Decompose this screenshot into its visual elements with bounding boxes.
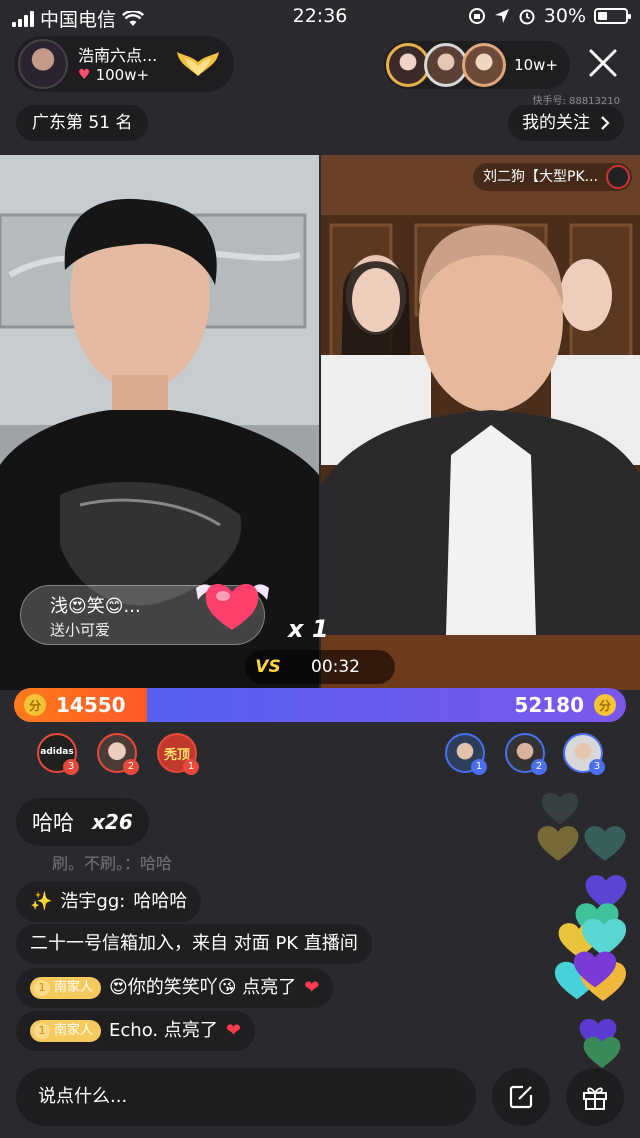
fan-level: 1 <box>34 1023 50 1039</box>
contributor-avatar[interactable]: 2 <box>97 733 139 775</box>
contributor-rank: 2 <box>123 759 139 775</box>
opponent-avatar[interactable] <box>606 165 630 189</box>
my-follows-button[interactable]: 我的关注 <box>508 105 624 141</box>
gift-box-icon <box>583 1087 607 1110</box>
floating-heart-icon <box>583 1036 621 1068</box>
contributor-name: adidas <box>40 747 74 757</box>
floating-heart-icon <box>537 826 579 861</box>
location-icon <box>494 9 509 23</box>
host-likes-count: 100w+ <box>95 66 150 84</box>
chat-message[interactable]: 二十一号信箱加入，来自 对面 PK 直播间 <box>16 924 372 964</box>
chat-message[interactable]: 1 南家人 Echo. 点亮了 ❤ <box>16 1011 255 1051</box>
battery-icon <box>594 8 631 24</box>
coin-icon: 分 <box>594 694 616 716</box>
chat-text: Echo. 点亮了 <box>109 1020 218 1041</box>
close-icon[interactable] <box>588 48 618 78</box>
faded-chat-line: 刷。不刷。：哈哈 <box>52 854 173 873</box>
contributor-rank: 1 <box>471 759 487 775</box>
host-likes: ♥ 100w+ <box>78 66 149 84</box>
gift-sender-name: 浅😍笑😊... <box>50 596 141 617</box>
pk-timer: VS 00:32 <box>245 650 395 684</box>
floating-heart-icon <box>541 792 579 824</box>
heart-icon: ♥ <box>78 67 91 83</box>
fan-badge-name: 南家人 <box>54 1023 94 1038</box>
my-follows-label: 我的关注 <box>522 113 590 133</box>
contributor-avatar[interactable]: 2 <box>505 733 547 775</box>
combo-count: x26 <box>92 810 133 834</box>
fan-badge-name: 南家人 <box>54 980 94 995</box>
pk-right-score: 52180 分 <box>514 693 616 717</box>
chat-text: 二十一号信箱加入，来自 对面 PK 直播间 <box>30 933 358 954</box>
gift-multiplier: x 1 <box>288 615 329 643</box>
sparkle-icon: ✨ <box>30 891 53 912</box>
chat-message[interactable]: ✨ 浩宇gg: 哈哈哈 <box>16 882 202 922</box>
share-button[interactable] <box>492 1068 550 1126</box>
contributor-rank: 3 <box>63 759 79 775</box>
vs-badge: VS <box>255 657 281 677</box>
contributor-avatar[interactable]: 秃顶 1 <box>157 733 199 775</box>
chat-text: 😍你的笑笑吖😘 点亮了 <box>109 977 297 998</box>
chat-user: 浩宇gg: <box>60 891 126 912</box>
rotation-lock-icon <box>468 8 485 24</box>
battery-percent: 30% <box>543 5 586 27</box>
status-bar: 中国电信 22:36 30% <box>0 0 640 34</box>
top-viewers[interactable]: 10w+ <box>384 41 570 89</box>
pk-left-score: 分 14550 <box>24 693 126 717</box>
coin-icon: 分 <box>24 694 46 716</box>
opponent-video-scene <box>321 155 640 690</box>
opponent-name: 刘二狗【大型PK... <box>483 169 598 185</box>
follow-wings-icon[interactable] <box>175 46 221 80</box>
gift-description: 送小可爱 <box>50 621 111 639</box>
chevron-right-icon <box>601 116 610 130</box>
heart-icon: ❤ <box>304 977 320 998</box>
right-score-value: 52180 <box>514 693 584 717</box>
winged-heart-gift-icon <box>196 583 269 630</box>
opponent-tag[interactable]: 刘二狗【大型PK... <box>473 163 632 191</box>
region-rank[interactable]: 广东第 51 名 <box>16 105 149 141</box>
pk-countdown: 00:32 <box>311 657 360 677</box>
contributor-rank: 2 <box>531 759 547 775</box>
fan-level: 1 <box>34 980 50 996</box>
contributor-rank: 3 <box>589 759 605 775</box>
contributor-avatar[interactable]: 3 <box>563 733 605 775</box>
gift-button[interactable] <box>566 1068 624 1126</box>
opponent-video[interactable]: 刘二狗【大型PK... <box>321 155 640 690</box>
fan-badge: 1 南家人 <box>30 977 102 999</box>
contributor-rank: 1 <box>183 759 199 775</box>
contributor-avatar[interactable]: 1 <box>445 733 487 775</box>
fan-badge: 1 南家人 <box>30 1020 102 1042</box>
alarm-icon <box>519 9 535 25</box>
chat-text: 哈哈哈 <box>133 891 188 912</box>
left-score-value: 14550 <box>56 693 126 717</box>
contributor-avatar[interactable]: adidas 3 <box>37 733 79 775</box>
combo-text: 哈哈 <box>32 811 74 835</box>
status-right: 30% <box>468 5 631 27</box>
viewer-avatar[interactable] <box>462 43 507 87</box>
edit-share-icon <box>509 1085 533 1109</box>
host-avatar[interactable] <box>18 39 68 89</box>
comment-input[interactable]: 说点什么... <box>16 1068 476 1126</box>
host-name: 浩南六点... <box>78 46 158 65</box>
floating-heart-icon <box>584 826 626 861</box>
floating-heart-icon <box>573 951 617 988</box>
chat-message[interactable]: 1 南家人 😍你的笑笑吖😘 点亮了 ❤ <box>16 968 334 1008</box>
heart-icon: ❤ <box>225 1020 241 1041</box>
combo-message: 哈哈 x26 <box>16 798 149 846</box>
viewer-count: 10w+ <box>514 56 558 74</box>
